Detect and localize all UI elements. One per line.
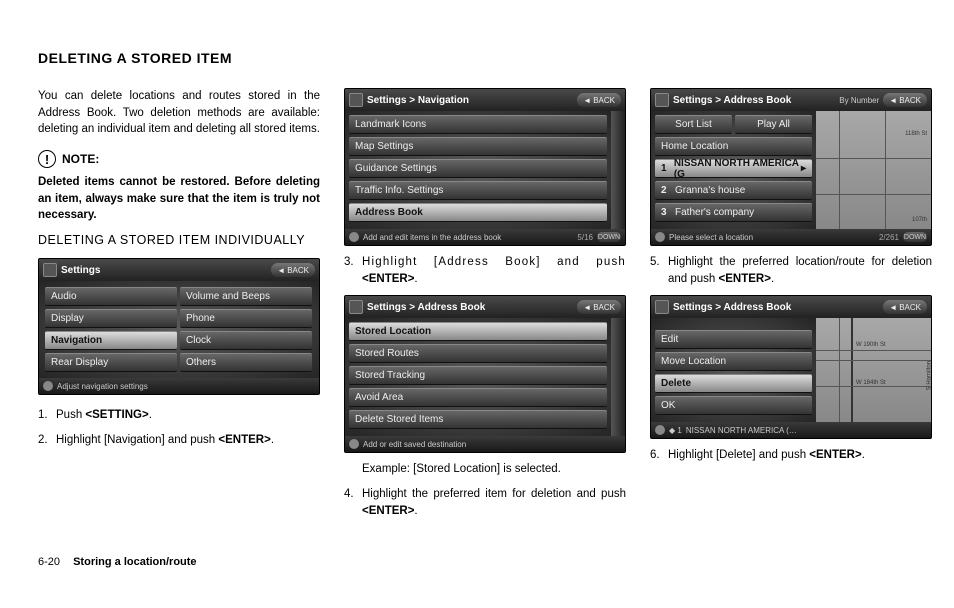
menu-item-edit[interactable]: Edit bbox=[655, 330, 812, 349]
page-title: DELETING A STORED ITEM bbox=[38, 50, 916, 66]
back-button[interactable]: ◄BACK bbox=[577, 93, 621, 107]
step-6: Highlight [Delete] and push <ENTER>. bbox=[650, 447, 932, 464]
menu-item-address-book[interactable]: Address Book bbox=[349, 203, 607, 222]
page-number: 6-20 bbox=[38, 556, 60, 568]
sort-list-button[interactable]: Sort List bbox=[655, 115, 732, 134]
screenshot-navigation: Settings > Navigation ◄BACK Landmark Ico… bbox=[344, 88, 626, 246]
list-item[interactable]: 2Granna's house bbox=[655, 181, 812, 200]
menu-item-stored-location[interactable]: Stored Location bbox=[349, 322, 607, 341]
step-4: Highlight the preferred item for deletio… bbox=[344, 486, 626, 519]
menu-item-ok[interactable]: OK bbox=[655, 396, 812, 415]
screenshot-location-list: Settings > Address Book By Number ◄BACK … bbox=[650, 88, 932, 246]
footer-hint: Add and edit items in the address book bbox=[363, 233, 577, 242]
footer-hint: Add or edit saved destination bbox=[363, 440, 621, 449]
footer-hint: Please select a location bbox=[669, 233, 879, 242]
info-icon bbox=[43, 381, 53, 391]
play-all-button[interactable]: Play All bbox=[735, 115, 812, 134]
section-name: Storing a location/route bbox=[73, 556, 196, 568]
map-preview: W 190th St W 184th St S Hamilton bbox=[816, 318, 931, 422]
note-text: Deleted items cannot be restored. Before… bbox=[38, 174, 320, 224]
list-item[interactable]: 1NISSAN NORTH AMERICA (G▸ bbox=[655, 159, 812, 178]
menu-item[interactable]: Map Settings bbox=[349, 137, 607, 156]
list-item[interactable]: Home Location bbox=[655, 137, 812, 156]
page-footer: 6-20 Storing a location/route bbox=[38, 556, 197, 568]
column-3: Settings > Address Book By Number ◄BACK … bbox=[650, 88, 932, 527]
menu-item-volume[interactable]: Volume and Beeps bbox=[180, 287, 312, 306]
menu-item-navigation[interactable]: Navigation bbox=[45, 331, 177, 350]
scrollbar[interactable] bbox=[611, 318, 625, 436]
screen-title: Settings bbox=[61, 265, 271, 276]
menu-item[interactable]: Avoid Area bbox=[349, 388, 607, 407]
gear-icon bbox=[655, 300, 669, 314]
gear-icon bbox=[655, 93, 669, 107]
screen-title: Settings > Navigation bbox=[367, 95, 577, 106]
menu-item-others[interactable]: Others bbox=[180, 353, 312, 372]
info-icon bbox=[349, 439, 359, 449]
example-text: Example: [Stored Location] is selected. bbox=[344, 461, 626, 478]
step-5: Highlight the preferred location/route f… bbox=[650, 254, 932, 287]
footer-hint: ◆ 1NISSAN NORTH AMERICA (… bbox=[669, 426, 927, 435]
screenshot-settings: Settings ◄BACK Audio Volume and Beeps Di… bbox=[38, 258, 320, 395]
info-icon bbox=[349, 232, 359, 242]
scroll-down-button[interactable]: DOWN bbox=[597, 232, 621, 242]
info-icon bbox=[655, 425, 665, 435]
gear-icon bbox=[349, 93, 363, 107]
menu-item-delete[interactable]: Delete bbox=[655, 374, 812, 393]
menu-item[interactable]: Traffic Info. Settings bbox=[349, 181, 607, 200]
back-button[interactable]: ◄BACK bbox=[883, 300, 927, 314]
map-preview: 118th St 107th bbox=[816, 111, 931, 229]
menu-item[interactable]: Stored Routes bbox=[349, 344, 607, 363]
back-button[interactable]: ◄BACK bbox=[577, 300, 621, 314]
menu-item[interactable]: Delete Stored Items bbox=[349, 410, 607, 429]
menu-item-audio[interactable]: Audio bbox=[45, 287, 177, 306]
screen-title: Settings > Address Book bbox=[673, 95, 839, 106]
gear-icon bbox=[43, 263, 57, 277]
step-2: Highlight [Navigation] and push <ENTER>. bbox=[38, 432, 320, 449]
menu-item-phone[interactable]: Phone bbox=[180, 309, 312, 328]
back-button[interactable]: ◄BACK bbox=[883, 93, 927, 107]
menu-item-display[interactable]: Display bbox=[45, 309, 177, 328]
note-label: NOTE: bbox=[62, 152, 99, 166]
list-item[interactable]: 3Father's company bbox=[655, 203, 812, 222]
info-icon bbox=[655, 232, 665, 242]
back-button[interactable]: ◄BACK bbox=[271, 263, 315, 277]
intro-text: You can delete locations and routes stor… bbox=[38, 88, 320, 138]
screen-title: Settings > Address Book bbox=[673, 302, 883, 313]
alert-icon: ! bbox=[38, 150, 56, 168]
step-1: Push <SETTING>. bbox=[38, 407, 320, 424]
footer-hint: Adjust navigation settings bbox=[57, 382, 315, 391]
screenshot-delete-menu: Settings > Address Book ◄BACK Edit Move … bbox=[650, 295, 932, 439]
menu-item-rear-display[interactable]: Rear Display bbox=[45, 353, 177, 372]
scroll-down-button[interactable]: DOWN bbox=[903, 232, 927, 242]
menu-item-clock[interactable]: Clock bbox=[180, 331, 312, 350]
sort-indicator: By Number bbox=[839, 96, 879, 105]
column-2: Settings > Navigation ◄BACK Landmark Ico… bbox=[344, 88, 626, 527]
menu-item-move[interactable]: Move Location bbox=[655, 352, 812, 371]
screen-title: Settings > Address Book bbox=[367, 302, 577, 313]
subheading: DELETING A STORED ITEM INDIVIDUALLY bbox=[38, 232, 320, 248]
menu-item[interactable]: Guidance Settings bbox=[349, 159, 607, 178]
scrollbar[interactable] bbox=[611, 111, 625, 229]
menu-item[interactable]: Stored Tracking bbox=[349, 366, 607, 385]
column-1: You can delete locations and routes stor… bbox=[38, 88, 320, 527]
menu-item[interactable]: Landmark Icons bbox=[349, 115, 607, 134]
step-3: Highlight [Address Book] and push <ENTER… bbox=[344, 254, 626, 287]
gear-icon bbox=[349, 300, 363, 314]
screenshot-address-book: Settings > Address Book ◄BACK Stored Loc… bbox=[344, 295, 626, 453]
